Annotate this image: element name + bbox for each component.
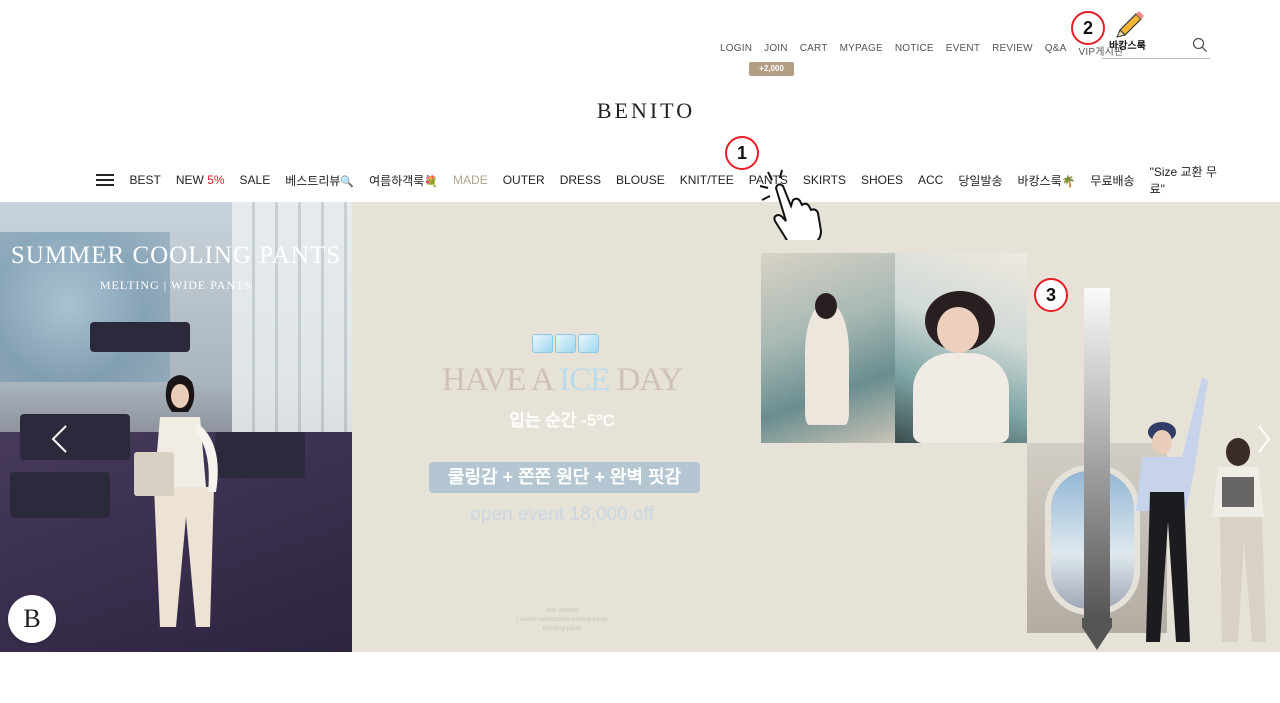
models-photo [1136,377,1266,642]
lounge-seat [10,472,110,518]
banner-left-slide[interactable]: SUMMER COOLING PANTS MELTING | WIDE PANT… [0,202,352,652]
nav-item-best[interactable]: BEST [130,173,161,187]
banner-feature-pill: 쿨링감 + 쫀쫀 원단 + 완벽 핏감 [429,462,700,493]
hand-cursor-icon [759,169,822,240]
utility-links: LOGIN JOIN CART MYPAGE NOTICE EVENT REVI… [718,43,1129,58]
nav-item-dress[interactable]: DRESS [560,173,601,187]
nav-item-vacation-look[interactable]: 바캉스룩🌴 [1018,172,1076,189]
size-exchange-notice[interactable]: "Size 교환 무료" [1150,163,1230,197]
nav-item-free-shipping[interactable]: 무료배송 [1090,172,1134,189]
step-marker-3: 3 [1034,278,1068,312]
nav-item-shoes[interactable]: SHOES [861,173,903,187]
search-icon[interactable] [1192,37,1208,53]
nav-item-acc[interactable]: ACC [918,173,943,187]
nav-item-sale[interactable]: SALE [240,173,271,187]
nav-item-wedding-guest[interactable]: 여름하객룩💐 [369,172,438,189]
mypage-link[interactable]: MYPAGE [834,43,889,58]
event-link[interactable]: EVENT [940,43,986,58]
nav-item-new[interactable]: NEW 5% [176,173,225,187]
lounge-seat [90,322,190,352]
banner-event-text: open event 18,000 off [470,504,654,525]
airplane-seat-photo [761,253,895,443]
selfie-photo [895,253,1027,443]
banner-headline: HAVE A ICE DAY [442,362,683,398]
terminal-window [232,202,352,442]
banner-small-caption: with melting I added comfortable trainin… [516,608,608,632]
step-marker-2: 2 [1071,11,1105,45]
banner-left-title: SUMMER COOLING PANTS [10,242,342,269]
down-arrow-annotation [1082,288,1112,650]
cart-link[interactable]: CART [794,43,834,58]
notice-link[interactable]: NOTICE [889,43,940,58]
nav-item-blouse[interactable]: BLOUSE [616,173,665,187]
nav-item-made[interactable]: MADE [453,173,488,187]
lounge-seat [20,414,130,460]
nav-item-best-review[interactable]: 베스트리뷰🔍 [285,172,354,189]
nav-item-outer[interactable]: OUTER [503,173,545,187]
next-slide-icon[interactable] [1257,424,1271,454]
bouquet-emoji-icon: 💐 [424,175,439,188]
review-link[interactable]: REVIEW [986,43,1039,58]
pencil-icon [1116,11,1144,38]
nav-item-same-day[interactable]: 당일발송 [958,172,1002,189]
banner-main-slide[interactable]: HAVE A ICE DAY 입는 순간 -5ºC 쿨링감 + 쫀쫀 원단 + … [352,202,1280,652]
qna-link[interactable]: Q&A [1039,43,1073,58]
brand-b-badge[interactable]: B [8,595,56,643]
main-nav: BEST NEW 5% SALE 베스트리뷰🔍 여름하객룩💐 MADE OUTE… [96,165,1230,196]
main-banner-slider[interactable]: SUMMER COOLING PANTS MELTING | WIDE PANT… [0,202,1280,652]
site-logo[interactable]: BENITO [0,98,1280,124]
join-points-badge: +2,000 [749,62,794,76]
ice-cubes-icon [532,334,599,353]
join-link[interactable]: JOIN [758,43,794,58]
banner-left-subtitle: MELTING | WIDE PANTS [99,278,253,292]
prev-slide-icon[interactable] [50,424,68,454]
hamburger-menu-icon[interactable] [96,174,114,186]
new-discount-label: 5% [207,173,225,187]
palm-tree-emoji-icon: 🌴 [1061,175,1076,188]
nav-item-knit-tee[interactable]: KNIT/TEE [680,173,734,187]
step-marker-1: 1 [725,136,759,170]
banner-temperature-text: 입는 순간 -5ºC [509,411,615,430]
login-link[interactable]: LOGIN [718,43,758,58]
model-photo [134,375,218,627]
magnifier-emoji-icon: 🔍 [340,175,355,188]
